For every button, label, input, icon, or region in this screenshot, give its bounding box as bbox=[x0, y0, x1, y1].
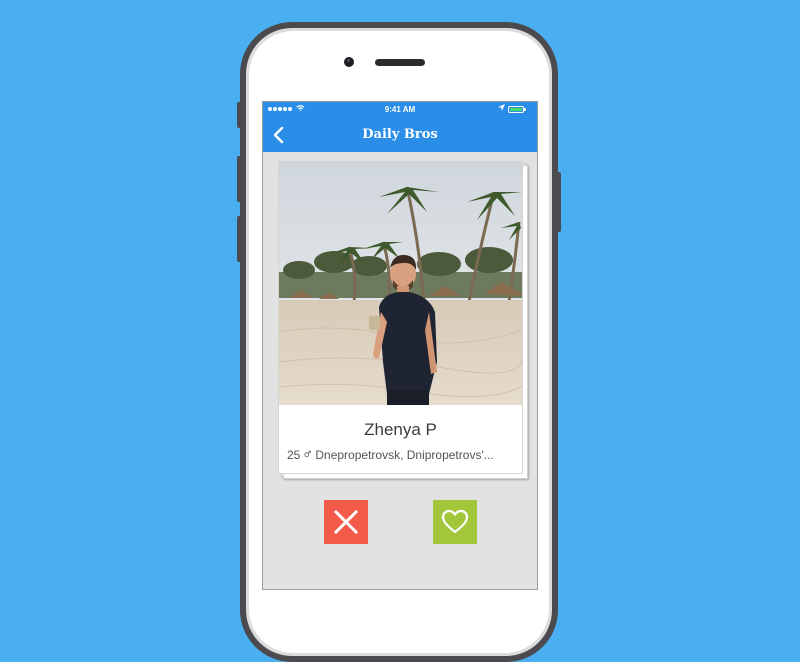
profile-name: Zhenya P bbox=[364, 420, 437, 439]
profile-location: Dnepropetrovsk, Dnipropetrovs'... bbox=[315, 448, 494, 462]
status-bar: 9:41 AM bbox=[263, 102, 537, 118]
location-arrow-icon bbox=[498, 104, 505, 115]
profile-age: 25 bbox=[287, 448, 301, 462]
heart-icon bbox=[441, 509, 469, 534]
app-screen: 9:41 AM Daily Bros Zhenya P 25 Dnepropet… bbox=[262, 101, 538, 590]
front-camera bbox=[344, 57, 354, 67]
like-button[interactable] bbox=[433, 500, 477, 544]
earpiece-speaker bbox=[375, 59, 425, 66]
reject-button[interactable] bbox=[324, 500, 368, 544]
close-icon bbox=[333, 509, 359, 535]
navigation-bar: Daily Bros bbox=[263, 118, 537, 152]
profile-photo bbox=[279, 162, 522, 405]
profile-details: 25 Dnepropetrovsk, Dnipropetrovs'... bbox=[287, 448, 514, 462]
battery-icon bbox=[508, 106, 526, 113]
page-title: Daily Bros bbox=[362, 127, 438, 142]
profile-card[interactable]: Zhenya P 25 Dnepropetrovsk, Dnipropetrov… bbox=[278, 161, 523, 474]
male-symbol-icon bbox=[304, 448, 312, 462]
status-time: 9:41 AM bbox=[384, 105, 416, 114]
